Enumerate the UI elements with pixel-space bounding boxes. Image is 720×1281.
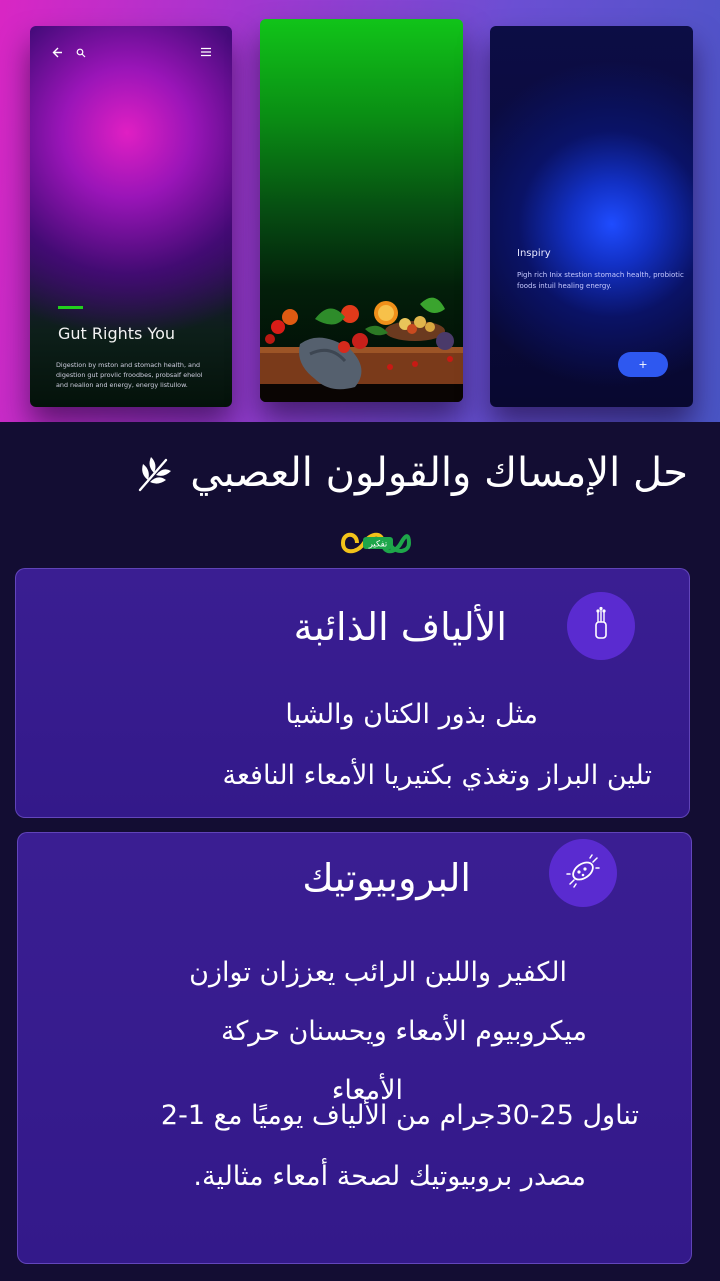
page-title: حل الإمساك والقولون العصبي bbox=[190, 450, 688, 496]
bacteria-icon bbox=[566, 854, 600, 892]
card-text-line: تلين البراز وتغذي بكتيريا الأمعاء النافع… bbox=[222, 760, 652, 791]
screen1-body: Digestion by mston and stomach health, a… bbox=[56, 361, 203, 389]
soluble-fiber-card: الألياف الذائبة مثل بذور الكتان والشيا ت… bbox=[15, 568, 690, 818]
fiber-icon bbox=[590, 606, 612, 646]
bacteria-badge bbox=[549, 839, 617, 907]
healthy-food-image bbox=[260, 297, 463, 402]
card-text-line: الكفير واللبن الرائب يعززان توازن bbox=[189, 957, 567, 988]
card-text-line: مثل بذور الكتان والشيا bbox=[285, 699, 538, 730]
card-text-line: مصدر بروبيوتيك لصحة أمعاء مثالية. bbox=[193, 1161, 586, 1192]
card-title: الألياف الذائبة bbox=[293, 605, 507, 649]
infinity-logo: تفكير bbox=[340, 532, 412, 554]
phone-mockup-1: Gut Rights You Digestion by mston and st… bbox=[30, 26, 232, 407]
screen1-title: Gut Rights You bbox=[58, 324, 176, 343]
hamburger-menu-icon bbox=[200, 47, 212, 59]
hero-banner: Gut Rights You Digestion by mston and st… bbox=[0, 0, 720, 422]
screen3-body: Pigh rich Inix stestion stomach health, … bbox=[517, 271, 684, 290]
page-heading: حل الإمساك والقولون العصبي bbox=[28, 445, 688, 501]
leaf-icon bbox=[134, 452, 176, 494]
card-title: البروبيوتيك bbox=[302, 856, 471, 900]
accent-bar bbox=[58, 306, 83, 309]
phone-mockup-3: Inspiry Pigh rich Inix stestion stomach … bbox=[490, 26, 693, 407]
card-text-line: تناول 25-30جرام من الألياف يوميًا مع 1-2 bbox=[160, 1100, 639, 1131]
back-arrow-icon bbox=[52, 47, 63, 60]
fiber-badge bbox=[567, 592, 635, 660]
search-icon bbox=[76, 48, 86, 60]
probiotics-card: البروبيوتيك الكفير واللبن الرائب يعززان … bbox=[17, 832, 692, 1264]
fab-button: + bbox=[618, 352, 668, 377]
logo-text: تفكير bbox=[368, 540, 388, 550]
screen3-title: Inspiry bbox=[517, 248, 551, 259]
card-text-line: ميكروبيوم الأمعاء ويحسنان حركة bbox=[220, 1016, 587, 1047]
phone-mockup-2 bbox=[260, 19, 463, 402]
